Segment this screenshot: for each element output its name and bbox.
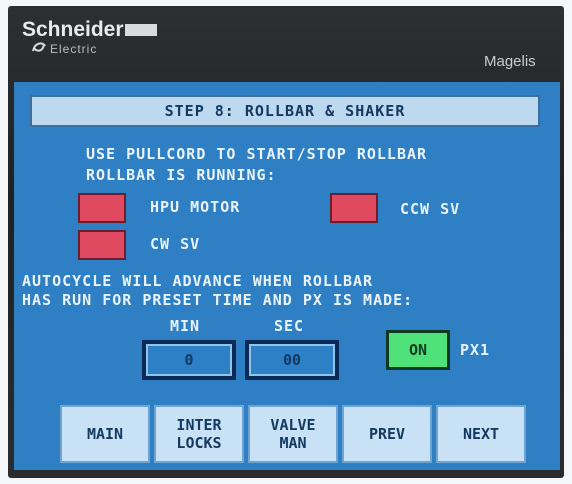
model-name: Magelis bbox=[484, 53, 536, 70]
brand-logo-icon bbox=[32, 42, 46, 52]
px1-status-label: ON bbox=[389, 333, 447, 367]
min-input[interactable]: 0 bbox=[142, 340, 236, 380]
interlocks-button[interactable]: INTER LOCKS bbox=[154, 405, 244, 463]
ccw-sv-label: CCW SV bbox=[400, 200, 461, 218]
hpu-motor-label: HPU MOTOR bbox=[150, 198, 241, 216]
status-heading: ROLLBAR IS RUNNING: bbox=[86, 166, 277, 184]
prev-button[interactable]: PREV bbox=[342, 405, 432, 463]
sec-input[interactable]: 00 bbox=[245, 340, 339, 380]
sec-value: 00 bbox=[249, 344, 335, 376]
hpu-motor-indicator bbox=[78, 193, 126, 223]
brand-subtitle: Electric bbox=[50, 42, 98, 56]
main-button[interactable]: MAIN bbox=[60, 405, 150, 463]
brand-name: Schneider bbox=[22, 18, 124, 41]
cw-sv-label: CW SV bbox=[150, 235, 201, 253]
min-label: MIN bbox=[170, 317, 201, 335]
autocycle-text-line2: HAS RUN FOR PRESET TIME AND PX IS MADE: bbox=[22, 291, 414, 309]
autocycle-text-line1: AUTOCYCLE WILL ADVANCE WHEN ROLLBAR bbox=[22, 272, 374, 290]
cw-sv-indicator bbox=[78, 230, 126, 260]
valve-man-button[interactable]: VALVE MAN bbox=[248, 405, 338, 463]
next-button[interactable]: NEXT bbox=[436, 405, 526, 463]
px1-label: PX1 bbox=[460, 341, 491, 359]
sec-label: SEC bbox=[274, 317, 305, 335]
min-value: 0 bbox=[146, 344, 232, 376]
px1-status-indicator: ON bbox=[386, 330, 450, 370]
instruction-text: USE PULLCORD TO START/STOP ROLLBAR bbox=[86, 145, 428, 163]
brand-bar-mark bbox=[125, 24, 157, 36]
ccw-sv-indicator bbox=[330, 193, 378, 223]
page-title: STEP 8: ROLLBAR & SHAKER bbox=[30, 95, 540, 127]
